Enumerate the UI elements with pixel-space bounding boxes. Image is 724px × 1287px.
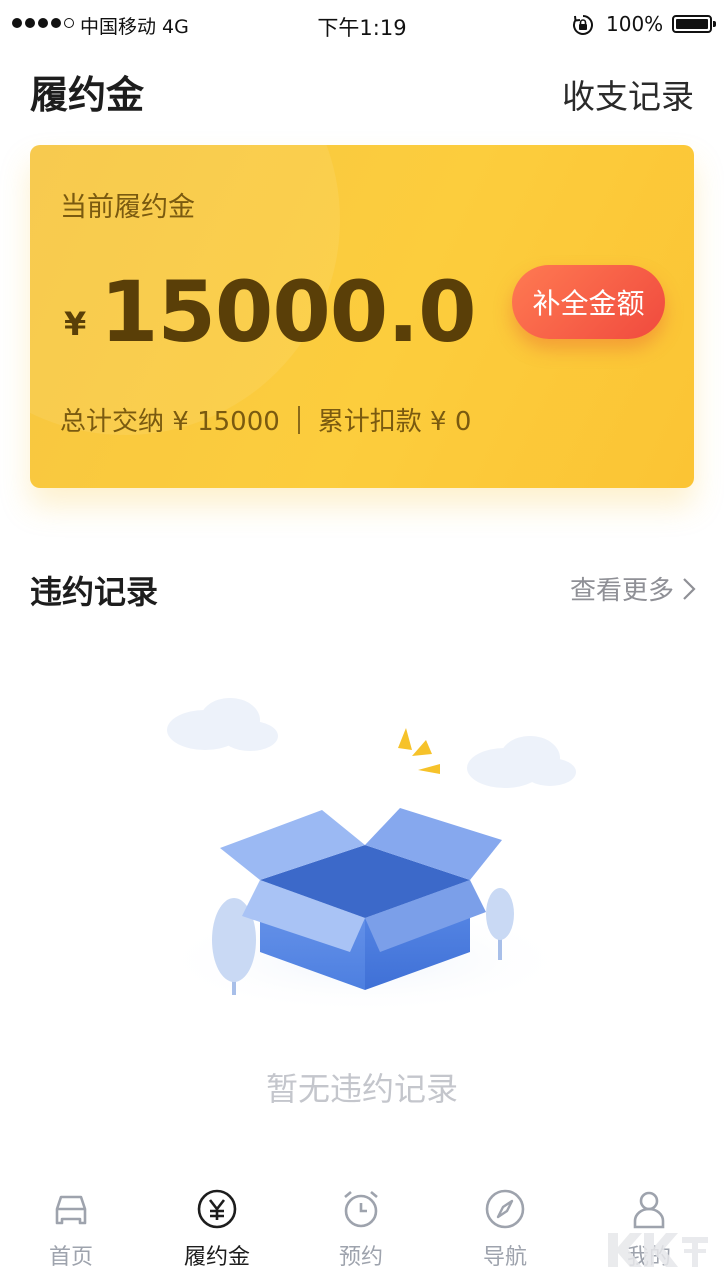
status-bar: 中国移动 4G 下午1:19 100% <box>0 0 724 50</box>
car-icon <box>55 1195 87 1225</box>
tab-home[interactable]: 首页 <box>16 1187 126 1271</box>
tab-bar: 首页 履约金 预约 导航 我的 <box>0 1177 724 1287</box>
chevron-right-icon <box>683 577 696 600</box>
tab-label: 预约 <box>338 1245 383 1270</box>
tab-deposit[interactable]: 履约金 <box>162 1187 272 1271</box>
watermark-logo <box>608 1233 708 1267</box>
tab-label: 履约金 <box>183 1245 250 1270</box>
deposit-card: 当前履约金 ¥ 15000.0 补全金额 总计交纳 ¥ 15000 累计扣款 ¥… <box>30 145 694 488</box>
tab-label: 首页 <box>48 1245 93 1270</box>
deposit-summary: 总计交纳 ¥ 15000 累计扣款 ¥ 0 <box>60 401 471 438</box>
topup-button[interactable]: 补全金额 <box>512 265 665 339</box>
tab-navigation[interactable]: 导航 <box>450 1187 560 1271</box>
page-title: 履约金 <box>30 73 145 117</box>
battery-percentage: 100% <box>606 12 664 36</box>
transaction-records-link[interactable]: 收支记录 <box>562 70 694 118</box>
deposit-balance: 15000.0 <box>100 263 477 361</box>
compass-icon <box>485 1189 525 1229</box>
user-icon <box>633 1191 665 1229</box>
total-deducted: 累计扣款 ¥ 0 <box>317 407 472 437</box>
battery-icon <box>672 15 716 33</box>
current-deposit-label: 当前履约金 <box>60 192 195 223</box>
currency-symbol: ¥ <box>64 305 87 343</box>
violations-title: 违约记录 <box>30 573 159 611</box>
yen-icon <box>197 1189 237 1229</box>
tab-label: 导航 <box>482 1245 527 1270</box>
summary-divider <box>297 405 300 434</box>
empty-state-text: 暂无违约记录 <box>265 1070 458 1108</box>
alarm-clock-icon <box>344 1191 378 1228</box>
total-paid: 总计交纳 ¥ 15000 <box>60 407 280 437</box>
see-more-link[interactable]: 查看更多 <box>570 570 696 607</box>
orientation-lock-icon <box>573 15 593 35</box>
tab-booking[interactable]: 预约 <box>306 1187 416 1271</box>
see-more-label: 查看更多 <box>569 576 674 606</box>
empty-box-illustration <box>155 698 576 1015</box>
